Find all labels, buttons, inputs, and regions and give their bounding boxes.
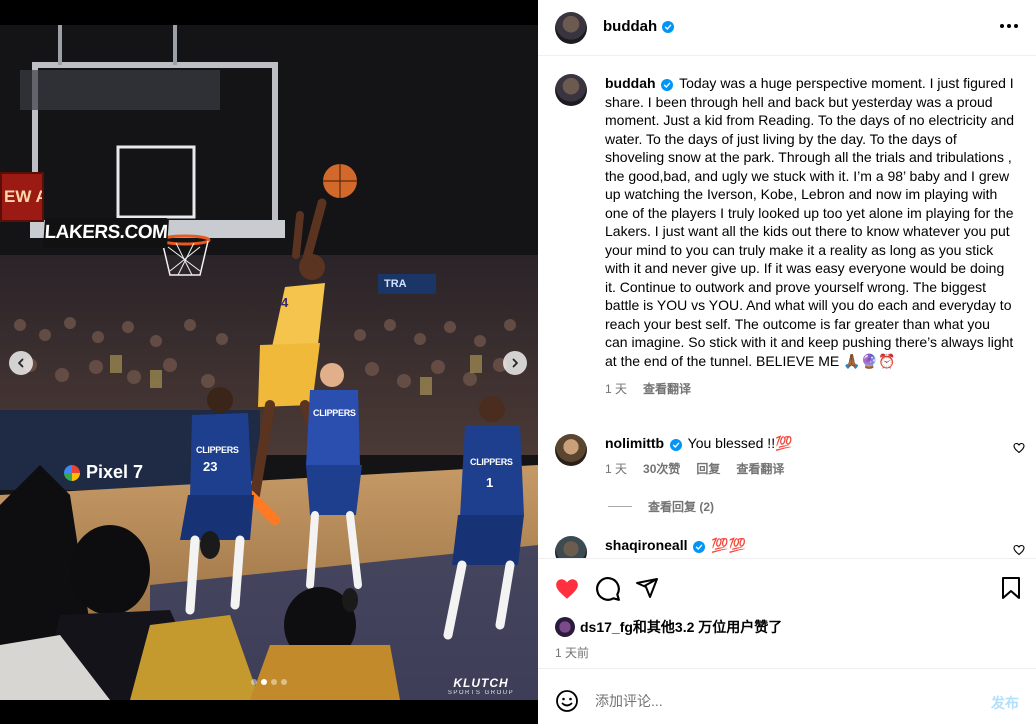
google-logo-icon [64, 464, 80, 481]
carousel-dot [251, 679, 257, 685]
caption-text: Today was a huge perspective moment. I j… [605, 75, 1015, 369]
verified-badge-icon [670, 439, 682, 451]
caption-translate-link[interactable]: 查看翻译 [643, 380, 691, 399]
replies-divider [608, 506, 632, 507]
view-replies-button[interactable]: 查看回复 (2) [608, 498, 714, 515]
arena-sign-tra: TRA [378, 274, 436, 294]
more-dot [1014, 24, 1018, 28]
verified-badge-icon [693, 541, 706, 553]
liker-username[interactable]: ds17_fg [580, 619, 633, 635]
chevron-right-icon [512, 358, 518, 368]
add-comment-input[interactable] [595, 693, 955, 709]
verified-badge-icon [662, 20, 675, 33]
more-horizontal-icon [1000, 24, 1004, 28]
post-photo: EW AP LAKERS.COM TRA Pixel 7 4 CLIPPERS … [0, 25, 538, 700]
likes-summary[interactable]: ds17_fg和其他3.2 万位用户赞了 [555, 617, 782, 637]
comment-likes-count[interactable]: 30次赞 [643, 460, 680, 478]
post-media: EW AP LAKERS.COM TRA Pixel 7 4 CLIPPERS … [0, 0, 538, 724]
comment-reply-link[interactable]: 回复 [696, 460, 720, 478]
likes-rest-text: 和其他3.2 万位用户赞了 [632, 619, 783, 635]
caption-body: buddah Today was a huge perspective mome… [605, 74, 1015, 399]
like-comment-heart-icon[interactable] [1013, 544, 1025, 556]
jersey-number-1: 1 [486, 475, 494, 490]
comment-time: 1 天 [605, 462, 628, 476]
comment-text: 💯💯 [711, 537, 747, 553]
next-image-button[interactable] [503, 351, 527, 375]
share-icon[interactable] [635, 576, 659, 600]
arena-sign-view: EW AP [0, 172, 44, 222]
carousel-dot [271, 679, 277, 685]
comment-text: You blessed !!💯 [687, 435, 793, 451]
author-username[interactable]: buddah [603, 18, 657, 35]
caption-meta: 1 天 查看翻译 [605, 380, 1015, 399]
heart-filled-icon[interactable] [554, 576, 580, 602]
brand-line-2: SPORTS GROUP [447, 690, 515, 696]
comment-icon[interactable] [595, 576, 621, 602]
comment-body: shaqironeall 💯💯 [605, 536, 985, 554]
carousel-indicator [0, 679, 538, 685]
arena-sign-lakers: LAKERS.COM [42, 218, 170, 248]
jersey-text-clippers-3: CLIPPERS [470, 457, 513, 467]
emoji-icon[interactable] [555, 689, 579, 713]
view-replies-label: 查看回复 (2) [648, 500, 715, 514]
more-dot [1007, 24, 1011, 28]
post-actions-bar [538, 558, 1036, 618]
commenter-username[interactable]: nolimittb [605, 435, 664, 451]
author-name-row: buddah [603, 18, 675, 35]
comment-translate-link[interactable]: 查看翻译 [736, 460, 784, 478]
post-header: buddah [538, 0, 1036, 56]
author-avatar[interactable] [555, 12, 587, 44]
caption-username[interactable]: buddah [605, 75, 656, 91]
post-details-panel: buddah buddah Today was a huge perspecti… [538, 0, 1036, 724]
arena-sign-pixel: Pixel 7 [64, 462, 143, 483]
bookmark-icon[interactable] [1000, 576, 1022, 600]
commenter-avatar[interactable] [555, 434, 587, 466]
jersey-number-23: 23 [203, 459, 218, 474]
post-comment-button[interactable]: 发布 [991, 693, 1019, 713]
commenter-avatar[interactable] [555, 536, 587, 558]
comment-meta: 1 天 30次赞 回复 查看翻译 [605, 460, 985, 478]
comment-body: nolimittb You blessed !!💯 1 天 30次赞 回复 查看… [605, 434, 985, 478]
verified-badge-icon [661, 79, 674, 91]
caption-time: 1 天 [605, 382, 628, 396]
posted-time: 1 天前 [555, 646, 590, 660]
more-options-button[interactable] [1000, 18, 1018, 34]
carousel-dot-active [261, 679, 267, 685]
jersey-text-clippers-2: CLIPPERS [313, 408, 356, 418]
add-comment-bar: 发布 [538, 668, 1036, 724]
pixel-sign-text: Pixel 7 [86, 462, 144, 482]
jersey-number-main: 4 [281, 295, 289, 310]
carousel-dot [281, 679, 287, 685]
like-comment-heart-icon[interactable] [1013, 442, 1025, 454]
commenter-username[interactable]: shaqironeall [605, 537, 687, 553]
jersey-text-clippers: CLIPPERS [196, 445, 239, 455]
basketball-photo [0, 25, 538, 700]
comments-section[interactable]: buddah Today was a huge perspective mome… [538, 57, 1036, 558]
liker-avatar [555, 617, 575, 637]
previous-image-button[interactable] [9, 351, 33, 375]
chevron-left-icon [18, 358, 24, 368]
caption-avatar[interactable] [555, 74, 587, 106]
